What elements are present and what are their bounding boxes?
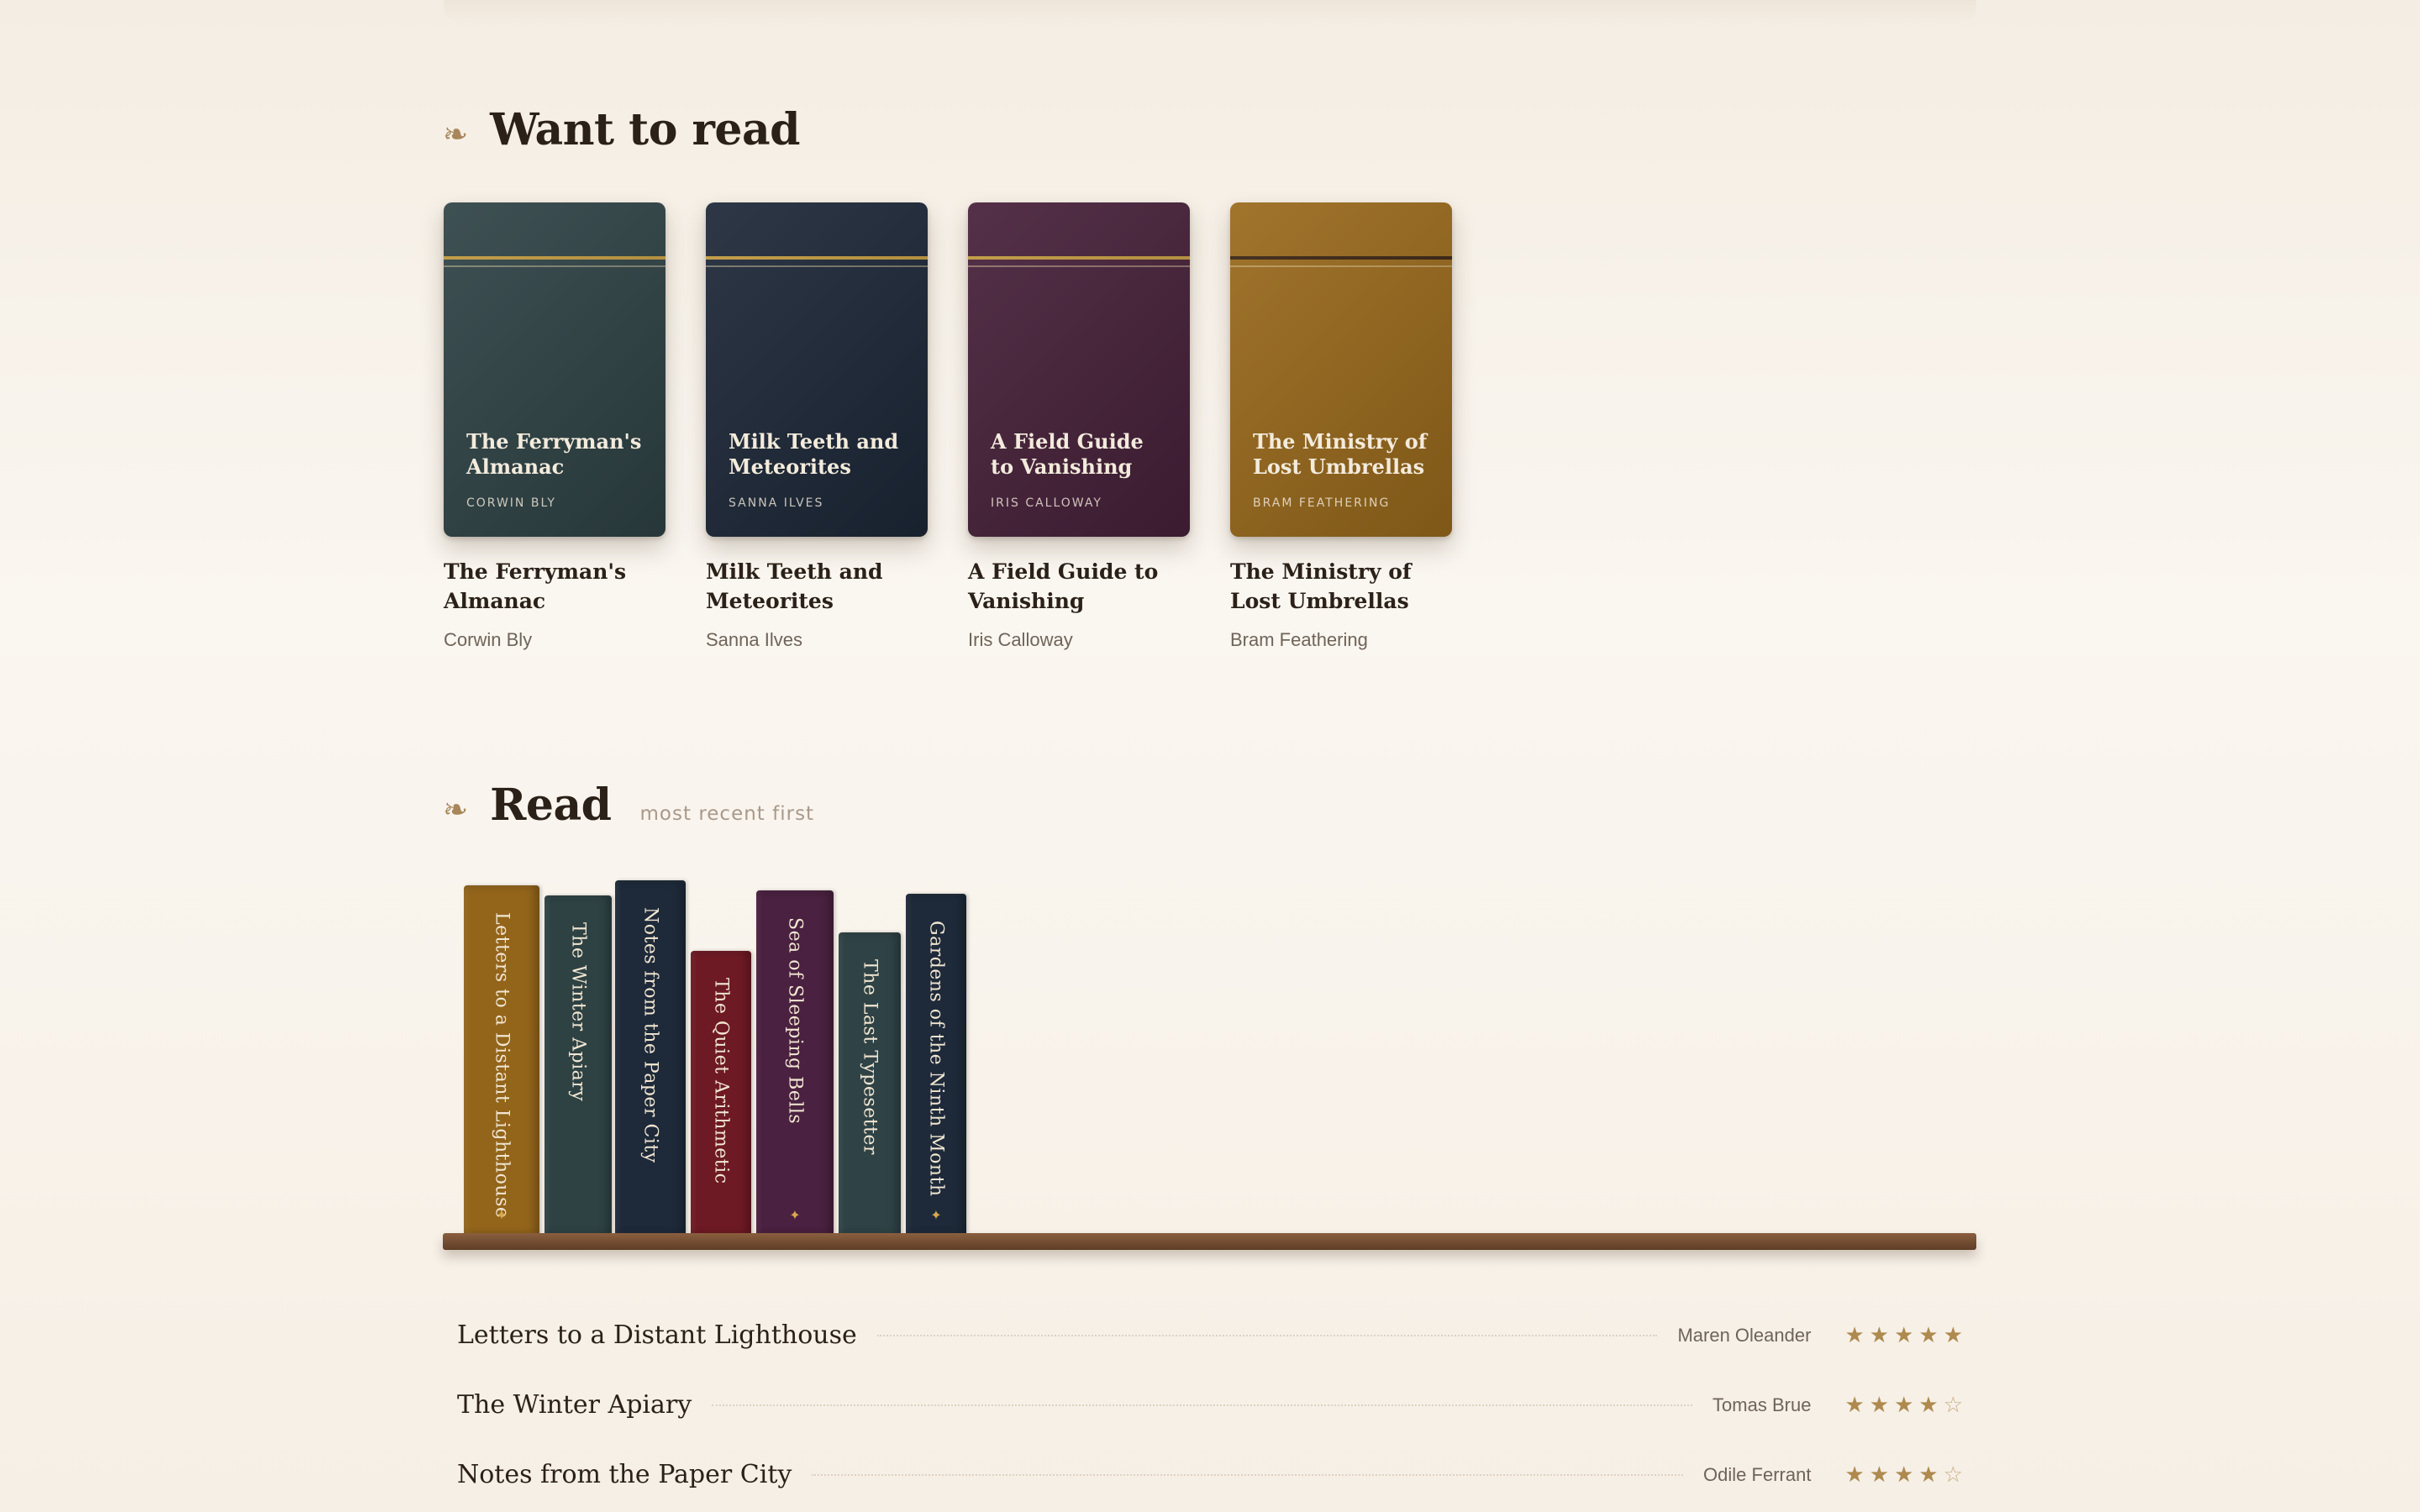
read-book-author: Odile Ferrant (1703, 1463, 1812, 1485)
star-filled-icon: ★ (1869, 1322, 1890, 1348)
cover-author: BRAM FEATHERING (1253, 496, 1391, 510)
read-book-author: Tomas Brue (1712, 1394, 1812, 1415)
book-card[interactable]: The Ferryman's Almanac CORWIN BLY The Ferr… (444, 202, 666, 651)
top-panel-fade (444, 0, 1976, 24)
read-book-title[interactable]: Notes from the Paper City (457, 1460, 792, 1489)
star-filled-icon: ★ (1844, 1392, 1865, 1418)
book-author: Bram Feathering (1230, 629, 1368, 650)
dotted-leader (876, 1334, 1658, 1336)
book-spine[interactable]: Notes from the Paper City (615, 880, 686, 1235)
dotted-leader (812, 1473, 1684, 1476)
read-list: Letters to a Distant Lighthouse Maren Ole… (457, 1300, 1963, 1509)
book-card[interactable]: Milk Teeth and Meteorites SANNA ILVES Milk… (706, 202, 928, 651)
want-to-read-grid: The Ferryman's Almanac CORWIN BLY The Ferr… (444, 202, 1452, 651)
book-spine[interactable]: The Winter Apiary (544, 895, 612, 1235)
book-card[interactable]: A Field Guide to Vanishing IRIS CALLOWAY A… (968, 202, 1190, 651)
cover-author: CORWIN BLY (466, 496, 556, 510)
star-filled-icon: ★ (1918, 1392, 1939, 1418)
cover-rule (1230, 265, 1452, 267)
fleuron-icon: ❧ (443, 118, 469, 152)
read-sort-label: most recent first (639, 803, 815, 825)
cover-title: The Ministry of Lost Umbrellas (1253, 429, 1428, 479)
book-spine[interactable]: Letters to a Distant Lighthouse ✦ (464, 885, 539, 1235)
cover-rule (444, 265, 666, 267)
book-cover[interactable]: Milk Teeth and Meteorites SANNA ILVES (706, 202, 928, 537)
bookshelf-plank (443, 1233, 1976, 1250)
book-spine[interactable]: Sea of Sleeping Bells ✦ (756, 890, 834, 1235)
cover-rule (444, 256, 666, 260)
book-cover[interactable]: The Ministry of Lost Umbrellas BRAM FEATH… (1230, 202, 1452, 537)
book-author: Sanna Ilves (706, 629, 802, 650)
bookshelf-spines: Letters to a Distant Lighthouse ✦ The Wint… (464, 879, 968, 1235)
star-filled-icon: ★ (1918, 1462, 1939, 1488)
cover-title: A Field Guide to Vanishing (991, 429, 1144, 479)
dotted-leader (712, 1404, 1693, 1406)
star-filled-icon: ★ (1943, 1322, 1963, 1348)
book-author: Corwin Bly (444, 629, 533, 650)
read-header: ❧ Read most recent first (443, 780, 814, 831)
book-cover[interactable]: The Ferryman's Almanac CORWIN BLY (444, 202, 666, 537)
spine-title: The Quiet Arithmetic (710, 978, 732, 1184)
want-to-read-header: ❧ Want to read (443, 104, 801, 155)
read-book-author: Maren Oleander (1677, 1324, 1812, 1346)
book-cover[interactable]: A Field Guide to Vanishing IRIS CALLOWAY (968, 202, 1190, 537)
fleuron-icon: ❧ (443, 793, 469, 827)
want-to-read-title: Want to read (490, 104, 801, 155)
cover-rule (706, 265, 928, 267)
cover-rule (706, 256, 928, 260)
star-rating: ★ ★ ★ ★ ☆ (1844, 1464, 1963, 1486)
book-title[interactable]: The Ferryman's Almanac (444, 557, 666, 616)
spine-title: Sea of Sleeping Bells (784, 917, 806, 1125)
cover-author: SANNA ILVES (729, 496, 824, 510)
star-rating: ★ ★ ★ ★ ★ (1844, 1325, 1963, 1347)
spine-title: The Last Typesetter (859, 959, 881, 1155)
book-spine[interactable]: Gardens of the Ninth Month ✦ (906, 894, 966, 1235)
book-card[interactable]: The Ministry of Lost Umbrellas BRAM FEATH… (1230, 202, 1452, 651)
read-title: Read (490, 780, 612, 831)
cover-title: The Ferryman's Almanac (466, 429, 642, 479)
book-author: Iris Calloway (968, 629, 1073, 650)
spine-title: Gardens of the Ninth Month (925, 921, 947, 1197)
book-title[interactable]: A Field Guide to Vanishing (968, 557, 1190, 616)
spine-star-icon: ✦ (930, 1207, 942, 1223)
cover-rule (968, 256, 1190, 260)
star-filled-icon: ★ (1918, 1322, 1939, 1348)
spine-title: Notes from the Paper City (639, 907, 661, 1163)
book-title[interactable]: Milk Teeth and Meteorites (706, 557, 928, 616)
read-row[interactable]: The Winter Apiary Tomas Brue ★ ★ ★ ★ ☆ (457, 1370, 1963, 1440)
spine-title: The Winter Apiary (567, 922, 589, 1102)
star-filled-icon: ★ (1894, 1462, 1914, 1488)
spine-star-icon: ✦ (496, 1207, 508, 1223)
star-filled-icon: ★ (1894, 1392, 1914, 1418)
read-row[interactable]: Notes from the Paper City Odile Ferrant ★ ★… (457, 1440, 1963, 1509)
cover-rule (1230, 256, 1452, 260)
cover-author: IRIS CALLOWAY (991, 496, 1102, 510)
star-filled-icon: ★ (1869, 1462, 1890, 1488)
read-book-title[interactable]: Letters to a Distant Lighthouse (457, 1320, 857, 1350)
cover-rule (968, 265, 1190, 267)
book-spine[interactable]: The Last Typesetter (839, 932, 901, 1235)
star-filled-icon: ★ (1894, 1322, 1914, 1348)
read-book-title[interactable]: The Winter Apiary (457, 1390, 692, 1420)
star-empty-icon: ☆ (1943, 1392, 1963, 1418)
read-row[interactable]: Letters to a Distant Lighthouse Maren Ole… (457, 1300, 1963, 1370)
star-rating: ★ ★ ★ ★ ☆ (1844, 1394, 1963, 1416)
star-filled-icon: ★ (1844, 1462, 1865, 1488)
star-filled-icon: ★ (1844, 1322, 1865, 1348)
star-filled-icon: ★ (1869, 1392, 1890, 1418)
book-title[interactable]: The Ministry of Lost Umbrellas (1230, 557, 1452, 616)
book-spine[interactable]: The Quiet Arithmetic (691, 951, 751, 1235)
spine-star-icon: ✦ (789, 1207, 801, 1223)
cover-title: Milk Teeth and Meteorites (729, 429, 899, 479)
spine-title: Letters to a Distant Lighthouse (491, 912, 513, 1219)
star-empty-icon: ☆ (1943, 1462, 1963, 1488)
